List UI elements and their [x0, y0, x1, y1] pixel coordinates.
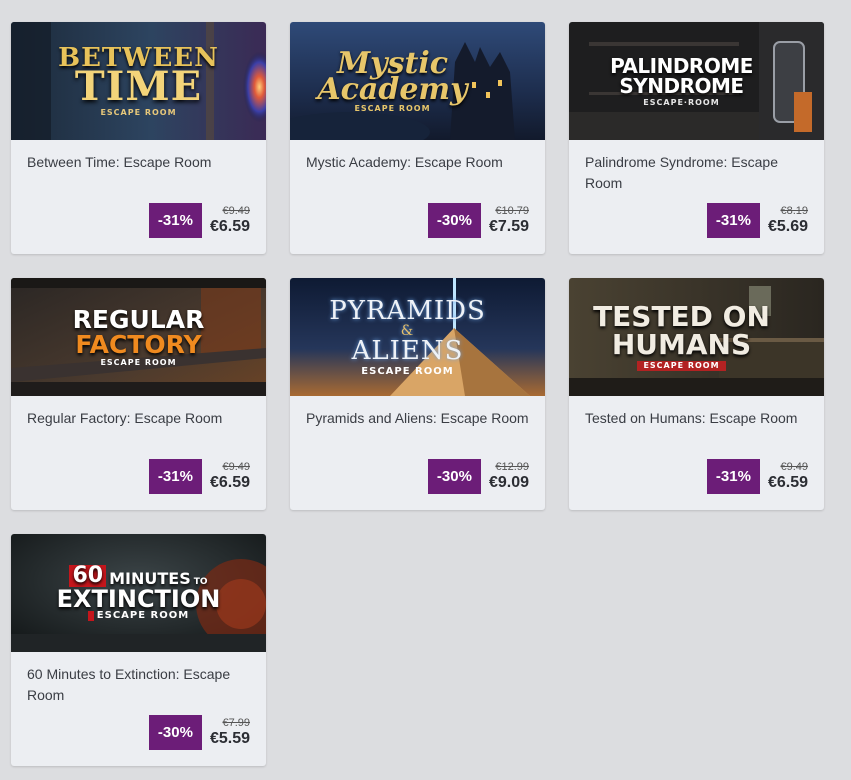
logo-sub: ESCAPE ROOM — [87, 611, 189, 621]
product-logo: Mystic Academy ESCAPE ROOM — [290, 22, 545, 140]
product-logo: TESTED ON HUMANS ESCAPE ROOM — [569, 278, 824, 396]
original-price: €10.79 — [495, 205, 529, 217]
logo-sub: ESCAPE ROOM — [354, 104, 431, 113]
product-card-60-minutes-to-extinction[interactable]: 60 MINUTES TO EXTINCTION ESCAPE ROOM 60 … — [11, 534, 266, 766]
product-cover[interactable]: PALINDROME SYNDROME ESCAPE·ROOM — [569, 22, 824, 140]
product-title[interactable]: Regular Factory: Escape Room — [27, 408, 252, 429]
product-title[interactable]: Mystic Academy: Escape Room — [306, 152, 531, 173]
sale-price: €6.59 — [209, 218, 250, 235]
discount-badge: -30% — [148, 715, 202, 750]
logo-sub: ESCAPE ROOM — [100, 358, 177, 367]
price-row: -30% €12.99 €9.09 — [427, 459, 529, 494]
logo-line1: REGULAR — [72, 305, 205, 334]
product-logo: PALINDROME SYNDROME ESCAPE·ROOM — [569, 22, 824, 140]
sale-price: €6.59 — [209, 474, 250, 491]
product-card-between-time[interactable]: BETWEEN TIME ESCAPE ROOM Between Time: E… — [11, 22, 266, 254]
logo-line2: EXTINCTION — [56, 585, 221, 613]
product-logo: PYRAMIDS & ALIENS ESCAPE ROOM — [290, 278, 545, 396]
price-row: -30% €10.79 €7.59 — [427, 203, 529, 238]
sale-price: €7.59 — [488, 218, 529, 235]
price-row: -30% €7.99 €5.59 — [148, 715, 250, 750]
prices: €9.49 €6.59 — [210, 206, 250, 235]
price-row: -31% €9.49 €6.59 — [148, 459, 250, 494]
discount-badge: -31% — [706, 459, 760, 494]
product-logo: 60 MINUTES TO EXTINCTION ESCAPE ROOM — [11, 534, 266, 652]
product-card-palindrome-syndrome[interactable]: PALINDROME SYNDROME ESCAPE·ROOM Palindro… — [569, 22, 824, 254]
sale-price: €5.69 — [767, 218, 808, 235]
original-price: €8.19 — [780, 205, 808, 217]
logo-number: 60 — [69, 565, 107, 587]
discount-badge: -30% — [427, 203, 481, 238]
original-price: €7.99 — [222, 717, 250, 729]
product-title[interactable]: Between Time: Escape Room — [27, 152, 252, 173]
sale-price: €9.09 — [488, 474, 529, 491]
logo-line2: TIME — [74, 63, 203, 110]
prices: €10.79 €7.59 — [489, 206, 529, 235]
sale-price: €5.59 — [209, 730, 250, 747]
product-cover[interactable]: REGULAR FACTORY ESCAPE ROOM — [11, 278, 266, 396]
discount-badge: -31% — [148, 459, 202, 494]
prices: €9.49 €6.59 — [768, 462, 808, 491]
price-row: -31% €9.49 €6.59 — [148, 203, 250, 238]
logo-line1: PALINDROME — [610, 53, 753, 78]
discount-badge: -31% — [706, 203, 760, 238]
product-card-tested-on-humans[interactable]: TESTED ON HUMANS ESCAPE ROOM Tested on H… — [569, 278, 824, 510]
discount-badge: -31% — [148, 203, 202, 238]
product-title[interactable]: Tested on Humans: Escape Room — [585, 408, 810, 429]
product-cover[interactable]: TESTED ON HUMANS ESCAPE ROOM — [569, 278, 824, 396]
original-price: €12.99 — [495, 461, 529, 473]
product-title[interactable]: Palindrome Syndrome: Escape Room — [585, 152, 810, 194]
logo-top-row: 60 MINUTES TO — [69, 565, 208, 587]
logo-sub: ESCAPE·ROOM — [643, 97, 720, 107]
logo-line2: Academy — [317, 72, 468, 107]
product-logo: REGULAR FACTORY ESCAPE ROOM — [11, 278, 266, 396]
logo-line2: HUMANS — [611, 328, 752, 361]
logo-line2: ALIENS — [351, 335, 464, 366]
product-card-regular-factory[interactable]: REGULAR FACTORY ESCAPE ROOM Regular Fact… — [11, 278, 266, 510]
product-cover[interactable]: BETWEEN TIME ESCAPE ROOM — [11, 22, 266, 140]
price-row: -31% €8.19 €5.69 — [706, 203, 808, 238]
logo-sub: ESCAPE ROOM — [361, 365, 454, 377]
logo-sub: ESCAPE ROOM — [637, 361, 726, 371]
product-logo: BETWEEN TIME ESCAPE ROOM — [11, 22, 266, 140]
logo-line2: FACTORY — [75, 330, 202, 359]
prices: €9.49 €6.59 — [210, 462, 250, 491]
original-price: €9.49 — [222, 205, 250, 217]
logo-line2: SYNDROME — [619, 73, 744, 98]
product-grid: BETWEEN TIME ESCAPE ROOM Between Time: E… — [11, 22, 824, 766]
product-cover[interactable]: 60 MINUTES TO EXTINCTION ESCAPE ROOM — [11, 534, 266, 652]
product-title[interactable]: Pyramids and Aliens: Escape Room — [306, 408, 531, 429]
product-card-pyramids-and-aliens[interactable]: PYRAMIDS & ALIENS ESCAPE ROOM Pyramids a… — [290, 278, 545, 510]
product-title[interactable]: 60 Minutes to Extinction: Escape Room — [27, 664, 252, 706]
price-row: -31% €9.49 €6.59 — [706, 459, 808, 494]
prices: €8.19 €5.69 — [768, 206, 808, 235]
sale-price: €6.59 — [767, 474, 808, 491]
prices: €7.99 €5.59 — [210, 718, 250, 747]
logo-line1: TESTED ON — [593, 300, 770, 333]
logo-sub: ESCAPE ROOM — [100, 108, 177, 117]
product-cover[interactable]: PYRAMIDS & ALIENS ESCAPE ROOM — [290, 278, 545, 396]
original-price: €9.49 — [780, 461, 808, 473]
product-cover[interactable]: Mystic Academy ESCAPE ROOM — [290, 22, 545, 140]
logo-line1: PYRAMIDS — [329, 295, 486, 326]
product-card-mystic-academy[interactable]: Mystic Academy ESCAPE ROOM Mystic Academ… — [290, 22, 545, 254]
discount-badge: -30% — [427, 459, 481, 494]
prices: €12.99 €9.09 — [489, 462, 529, 491]
original-price: €9.49 — [222, 461, 250, 473]
